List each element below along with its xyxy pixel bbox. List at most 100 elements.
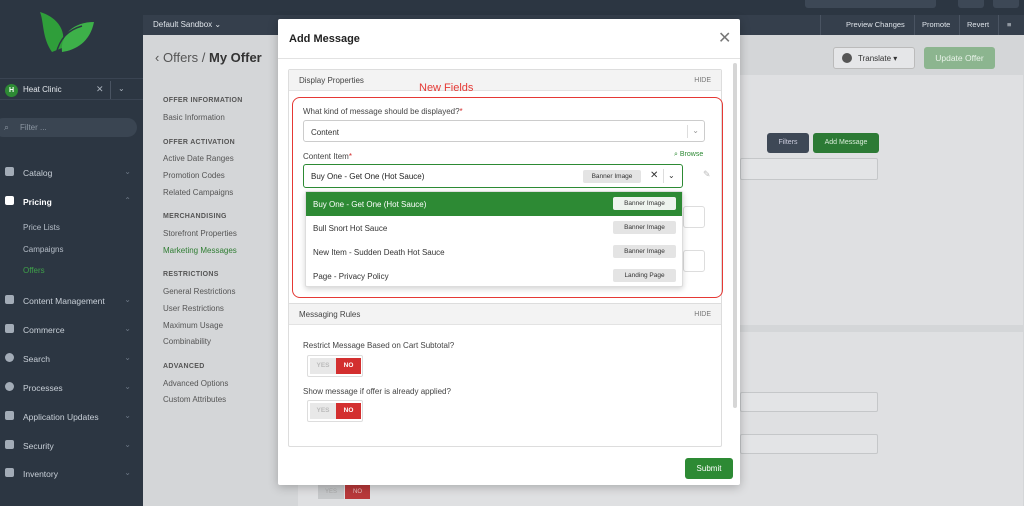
account-button[interactable]: [993, 0, 1019, 8]
menu-item-active-date-ranges[interactable]: Active Date Ranges: [163, 154, 234, 163]
scrollbar[interactable]: [733, 63, 737, 408]
cart-subtotal-toggle[interactable]: YES NO: [307, 355, 363, 377]
chevron-down-icon: ⌄: [124, 167, 131, 176]
cart-subtotal-rule-label: Restrict Message Based on Cart Subtotal?: [303, 341, 455, 350]
no-option[interactable]: NO: [336, 403, 361, 419]
add-message-button[interactable]: Add Message: [813, 133, 879, 153]
chevron-down-icon: ⌄: [124, 440, 131, 449]
breadcrumb: ‹ Offers / My Offer: [155, 50, 262, 65]
nav-label: Search: [23, 354, 50, 364]
nav-label: Application Updates: [23, 412, 99, 422]
processes-icon: [5, 382, 14, 391]
sidebar-item-processes[interactable]: Processes ⌄: [0, 379, 143, 397]
nav-label: Content Management: [23, 296, 105, 306]
sidebar-subitem-campaigns[interactable]: Campaigns: [23, 245, 63, 254]
sidebar-item-commerce[interactable]: Commerce ⌄: [0, 321, 143, 339]
chevron-down-icon: ⌄: [124, 411, 131, 420]
hide-button[interactable]: HIDE: [694, 77, 711, 84]
menu-item-combinability[interactable]: Combinability: [163, 337, 211, 346]
sidebar-item-security[interactable]: Security ⌄: [0, 437, 143, 455]
nav-label: Pricing: [23, 197, 52, 207]
sandbox-label: Default Sandbox: [153, 20, 213, 29]
section-title: Messaging Rules: [299, 310, 361, 319]
lock-icon: [5, 440, 14, 449]
no-option[interactable]: NO: [336, 358, 361, 374]
sidebar-filter-input[interactable]: ⌕ Filter ...: [0, 118, 137, 137]
yes-option[interactable]: YES: [310, 358, 336, 374]
menu-icon[interactable]: ≡: [1007, 20, 1011, 29]
menu-heading: RESTRICTIONS: [163, 271, 219, 278]
sandbox-selector[interactable]: Default Sandbox ⌄: [153, 20, 221, 29]
inventory-icon: [5, 468, 14, 477]
content-icon: [5, 295, 14, 304]
no-option: NO: [345, 485, 370, 499]
menu-item-user-restrictions[interactable]: User Restrictions: [163, 304, 224, 313]
background-field: [740, 392, 878, 412]
divider: [914, 15, 915, 35]
offer-applied-rule-label: Show message if offer is already applied…: [303, 387, 451, 396]
menu-item-general-restrictions[interactable]: General Restrictions: [163, 287, 235, 296]
menu-item-storefront-properties[interactable]: Storefront Properties: [163, 229, 237, 238]
nav-label: Security: [23, 441, 54, 451]
submit-button[interactable]: Submit: [685, 458, 733, 479]
menu-item-advanced-options[interactable]: Advanced Options: [163, 379, 228, 388]
modal-title: Add Message: [289, 33, 360, 45]
chevron-down-icon[interactable]: ⌄: [118, 84, 125, 93]
yes-option[interactable]: YES: [310, 403, 336, 419]
menu-item-basic-information[interactable]: Basic Information: [163, 113, 225, 122]
global-search-input[interactable]: [805, 0, 936, 8]
translate-label: Translate: [858, 54, 892, 63]
back-chevron-icon[interactable]: ‹: [155, 50, 159, 65]
chevron-up-icon: ⌃: [124, 196, 131, 205]
divider: [998, 15, 999, 35]
background-field: [740, 434, 878, 454]
promote-button[interactable]: Promote: [922, 20, 950, 29]
preview-changes-button[interactable]: Preview Changes: [846, 20, 905, 29]
page-title: My Offer: [209, 50, 262, 65]
offer-applied-toggle[interactable]: YES NO: [307, 400, 363, 422]
background-toggle: YES NO: [318, 485, 374, 501]
chevron-down-icon: ⌄: [124, 382, 131, 391]
chevron-down-icon: ⌄: [124, 295, 131, 304]
globe-icon: [842, 53, 852, 63]
chevron-down-icon: ⌄: [214, 20, 222, 29]
close-icon[interactable]: ✕: [718, 31, 731, 47]
chevron-down-icon: ⌄: [124, 468, 131, 477]
close-icon[interactable]: ✕: [96, 84, 104, 95]
menu-heading: ADVANCED: [163, 363, 205, 370]
sidebar-item-inventory[interactable]: Inventory ⌄: [0, 465, 143, 483]
notifications-button[interactable]: [958, 0, 984, 8]
filters-button[interactable]: Filters: [767, 133, 809, 153]
update-offer-button[interactable]: Update Offer: [924, 47, 995, 69]
menu-item-related-campaigns[interactable]: Related Campaigns: [163, 188, 233, 197]
section-title: Display Properties: [299, 76, 364, 85]
sidebar-item-search[interactable]: Search ⌄: [0, 350, 143, 368]
menu-item-marketing-messages[interactable]: Marketing Messages: [163, 246, 237, 255]
menu-item-maximum-usage[interactable]: Maximum Usage: [163, 321, 223, 330]
menu-heading: MERCHANDISING: [163, 213, 227, 220]
tenant-selector[interactable]: H Heat Clinic ✕ ⌄: [0, 78, 143, 100]
cart-icon: [5, 324, 14, 333]
catalog-icon: [5, 167, 14, 176]
sidebar-item-catalog[interactable]: Catalog ⌄: [0, 164, 143, 182]
sidebar-item-content-management[interactable]: Content Management ⌄: [0, 292, 143, 310]
sidebar-item-pricing[interactable]: Pricing ⌃: [0, 193, 143, 211]
menu-item-custom-attributes[interactable]: Custom Attributes: [163, 395, 226, 404]
translate-button[interactable]: Translate ▾: [833, 47, 915, 69]
revert-button[interactable]: Revert: [967, 20, 989, 29]
menu-heading: OFFER ACTIVATION: [163, 139, 235, 146]
breadcrumb-parent[interactable]: Offers: [163, 50, 198, 65]
menu-item-promotion-codes[interactable]: Promotion Codes: [163, 171, 225, 180]
nav-label: Commerce: [23, 325, 65, 335]
divider: [959, 15, 960, 35]
hide-button[interactable]: HIDE: [694, 311, 711, 318]
chevron-down-icon: ▾: [893, 54, 898, 63]
section-header: Display Properties HIDE: [289, 70, 721, 91]
yes-option: YES: [318, 485, 344, 499]
sidebar-subitem-offers[interactable]: Offers: [23, 266, 45, 275]
nav-label: Catalog: [23, 168, 53, 178]
search-icon: [5, 353, 14, 362]
chevron-down-icon: ⌄: [124, 353, 131, 362]
sidebar-subitem-price-lists[interactable]: Price Lists: [23, 223, 60, 232]
sidebar-item-application-updates[interactable]: Application Updates ⌄: [0, 408, 143, 426]
